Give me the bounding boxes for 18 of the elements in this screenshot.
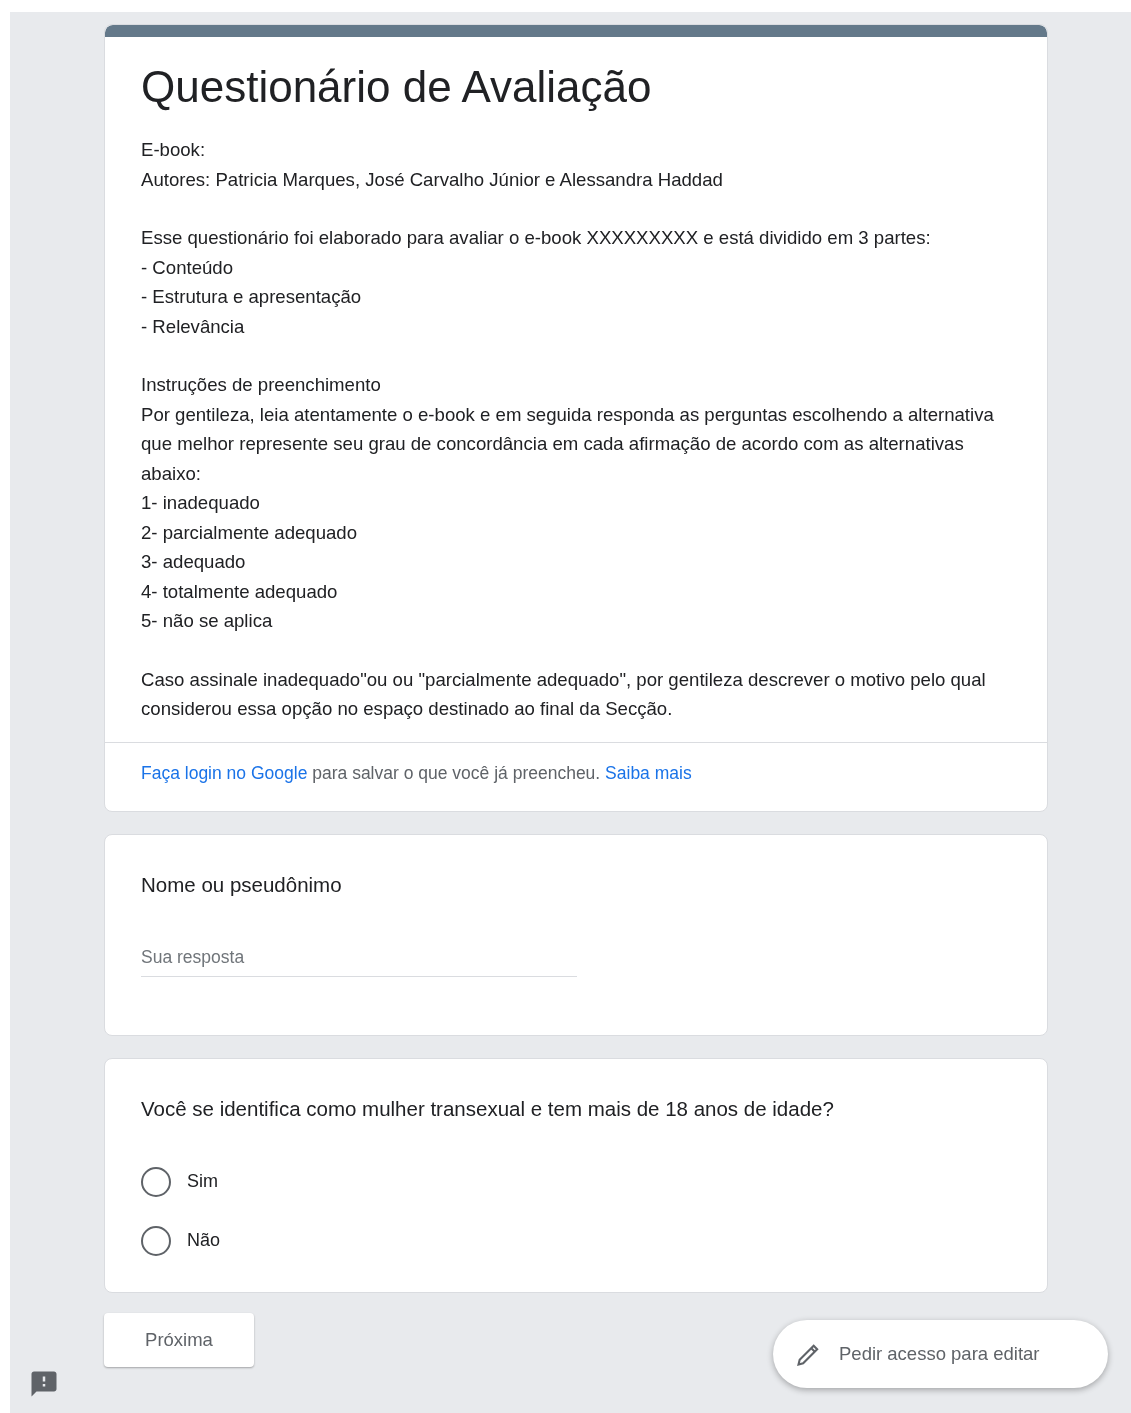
request-edit-access-button[interactable]: Pedir acesso para editar	[773, 1320, 1108, 1388]
question-title: Nome ou pseudônimo	[141, 871, 343, 898]
login-notice: Faça login no Google para salvar o que você já preencheu. Saiba mais	[140, 761, 693, 785]
form-title: Questionário de Avaliação	[141, 61, 653, 113]
question-title: Você se identifica como mulher transexual e tem mais de 18 anos de idade?	[141, 1095, 835, 1122]
feedback-icon[interactable]	[29, 1369, 59, 1399]
option-label: Sim	[187, 1171, 218, 1192]
answer-field[interactable]: Sua resposta	[141, 934, 577, 977]
login-link[interactable]: Faça login no Google	[141, 762, 308, 783]
radio-button[interactable]	[141, 1166, 171, 1197]
form-description: Caso assinale inadequado"ou ou "parcialmente adequado", por gentileza descrever o motivo pelo qual considerou essa opção no espaço destinado ao final da Secção.	[141, 667, 987, 721]
radio-button[interactable]	[141, 1225, 171, 1256]
option-label: Não	[187, 1230, 221, 1251]
form-description: Instruções de preenchimento Por gentileza, leia atentamente o e-book e em seguida responda as perguntas escolhendo a alternativa que melhor represente seu grau de concordância em cada afirmação de acordo com as alternativas abaixo: 1- inadequado 2- parcialmente adequado 3- adequado 4- totalmente adequado 5- não se aplica	[141, 373, 995, 633]
learn-more-link[interactable]: Saiba mais	[605, 762, 692, 783]
form-description: Esse questionário foi elaborado para avaliar o e-book XXXXXXXXX e está dividido em 3 partes: - Conteúdo - Estrutura e apresentação - Relevância	[141, 226, 932, 339]
form-description: E-book: Autores: Patricia Marques, José Carvalho Júnior e Alessandra Haddad	[141, 138, 724, 192]
next-button[interactable]: Próxima	[104, 1312, 254, 1367]
